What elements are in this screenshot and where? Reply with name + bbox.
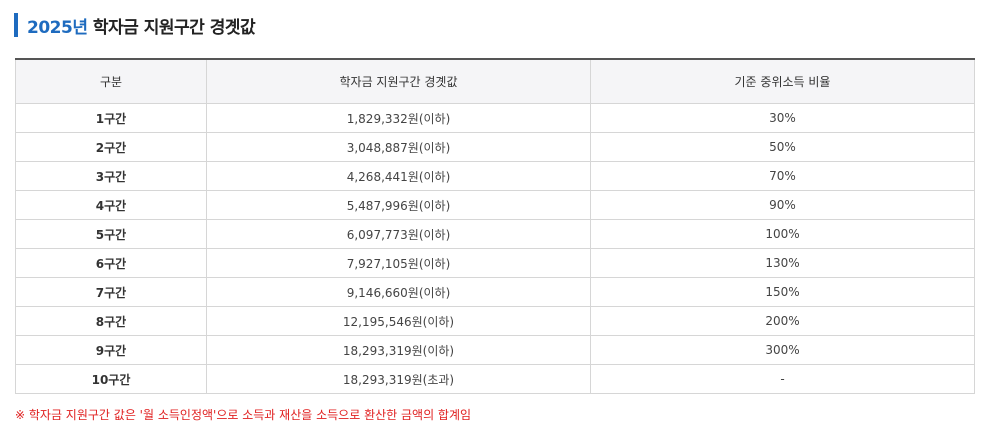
ratio-cell: 150%	[590, 277, 975, 307]
bracket-cell: 4구간	[15, 190, 207, 220]
ratio-cell: 50%	[590, 132, 975, 162]
threshold-cell: 5,487,996원(이하)	[206, 190, 591, 220]
table-row: 9구간 18,293,319원(이하) 300%	[15, 335, 975, 365]
page-title: 2025년 학자금 지원구간 경곗값	[27, 13, 256, 38]
column-header-ratio: 기준 중위소득 비율	[590, 58, 975, 104]
bracket-cell: 2구간	[15, 132, 207, 162]
footnote: ※ 학자금 지원구간 값은 '월 소득인정액'으로 소득과 재산을 소득으로 환…	[15, 408, 472, 422]
threshold-cell: 1,829,332원(이하)	[206, 103, 591, 133]
table-row: 6구간 7,927,105원(이하) 130%	[15, 248, 975, 278]
page-heading: 2025년 학자금 지원구간 경곗값	[14, 13, 256, 38]
bracket-cell: 7구간	[15, 277, 207, 307]
support-bracket-table: 구분 학자금 지원구간 경곗값 기준 중위소득 비율 1구간 1,829,332…	[15, 58, 975, 394]
table-row: 4구간 5,487,996원(이하) 90%	[15, 190, 975, 220]
table-row: 1구간 1,829,332원(이하) 30%	[15, 103, 975, 133]
bracket-cell: 10구간	[15, 364, 207, 394]
title-text: 학자금 지원구간 경곗값	[92, 17, 256, 38]
ratio-cell: 200%	[590, 306, 975, 336]
table-row: 2구간 3,048,887원(이하) 50%	[15, 132, 975, 162]
bracket-cell: 8구간	[15, 306, 207, 336]
threshold-cell: 9,146,660원(이하)	[206, 277, 591, 307]
table-row: 8구간 12,195,546원(이하) 200%	[15, 306, 975, 336]
ratio-cell: 300%	[590, 335, 975, 365]
column-header-bracket: 구분	[15, 58, 207, 104]
threshold-cell: 18,293,319원(이하)	[206, 335, 591, 365]
bracket-cell: 5구간	[15, 219, 207, 249]
title-year: 2025년	[27, 17, 88, 38]
table-row: 5구간 6,097,773원(이하) 100%	[15, 219, 975, 249]
table-header-row: 구분 학자금 지원구간 경곗값 기준 중위소득 비율	[15, 58, 975, 104]
heading-accent-bar	[14, 13, 18, 37]
column-header-threshold: 학자금 지원구간 경곗값	[206, 58, 591, 104]
threshold-cell: 7,927,105원(이하)	[206, 248, 591, 278]
threshold-cell: 6,097,773원(이하)	[206, 219, 591, 249]
threshold-cell: 18,293,319원(초과)	[206, 364, 591, 394]
threshold-cell: 12,195,546원(이하)	[206, 306, 591, 336]
bracket-cell: 6구간	[15, 248, 207, 278]
ratio-cell: -	[590, 364, 975, 394]
bracket-cell: 1구간	[15, 103, 207, 133]
bracket-cell: 3구간	[15, 161, 207, 191]
ratio-cell: 30%	[590, 103, 975, 133]
table-row: 3구간 4,268,441원(이하) 70%	[15, 161, 975, 191]
bracket-cell: 9구간	[15, 335, 207, 365]
ratio-cell: 130%	[590, 248, 975, 278]
threshold-cell: 4,268,441원(이하)	[206, 161, 591, 191]
threshold-cell: 3,048,887원(이하)	[206, 132, 591, 162]
ratio-cell: 70%	[590, 161, 975, 191]
ratio-cell: 100%	[590, 219, 975, 249]
table-row: 7구간 9,146,660원(이하) 150%	[15, 277, 975, 307]
table-row: 10구간 18,293,319원(초과) -	[15, 364, 975, 394]
ratio-cell: 90%	[590, 190, 975, 220]
